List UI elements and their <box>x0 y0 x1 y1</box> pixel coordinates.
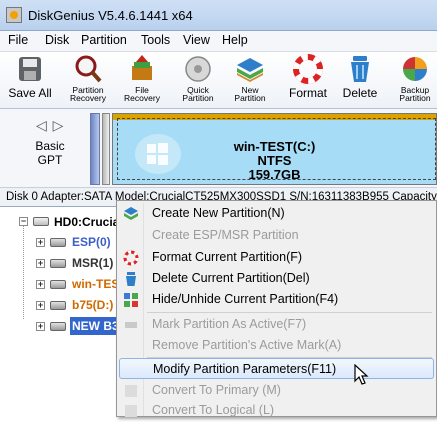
file-recovery-button[interactable]: File Recovery <box>120 54 164 102</box>
disk-style-gpt: GPT <box>37 153 63 167</box>
mark-active-icon <box>123 317 139 333</box>
menu-item-create-new-partition[interactable]: Create New Partition(N) <box>119 203 434 224</box>
menu-view[interactable]: View <box>183 33 210 47</box>
menu-label: Delete Current Partition(Del) <box>152 271 310 285</box>
menu-label: Convert To Primary (M) <box>152 383 281 397</box>
backup-partition-icon <box>400 54 430 84</box>
hide-unhide-icon <box>123 292 139 308</box>
quick-partition-label-2: Partition <box>182 93 214 103</box>
partition-recovery-label-2: Recovery <box>70 93 106 103</box>
menu-item-format-current-partition[interactable]: Format Current Partition(F) <box>119 247 434 268</box>
drive-icon <box>50 301 66 310</box>
partition-recovery-button[interactable]: Partition Recovery <box>66 54 110 102</box>
menu-label: Create ESP/MSR Partition <box>152 228 299 242</box>
disk-icon <box>33 217 49 226</box>
menu-help[interactable]: Help <box>222 33 248 47</box>
new-partition-button[interactable]: New Partition <box>228 54 272 102</box>
partition-fs: NTFS <box>257 153 292 168</box>
tree-item-msr[interactable]: MSR(1) <box>72 255 113 271</box>
menu-item-hide-unhide-partition[interactable]: Hide/Unhide Current Partition(F4) <box>119 289 434 310</box>
mouse-cursor-icon <box>354 363 370 386</box>
partition-recovery-icon <box>73 54 103 84</box>
partition-block-msr[interactable] <box>102 113 110 185</box>
menu-item-modify-partition-parameters[interactable]: Modify Partition Parameters(F11) <box>119 358 434 379</box>
menu-file[interactable]: File <box>8 33 28 47</box>
menu-partition[interactable]: Partition <box>81 33 127 47</box>
delete-button[interactable]: Delete <box>340 54 380 99</box>
collapse-toggle-icon[interactable]: − <box>19 217 28 226</box>
menu-separator <box>147 312 432 313</box>
drive-icon <box>50 322 66 331</box>
disk-style-basic: Basic <box>35 139 65 153</box>
menu-item-convert-to-primary[interactable]: Convert To Primary (M) <box>119 380 434 401</box>
file-recovery-label-2: Recovery <box>124 93 160 103</box>
delete-icon <box>345 54 375 84</box>
menu-label: Hide/Unhide Current Partition(F4) <box>152 292 339 306</box>
tree-item-win-test[interactable]: win-TES <box>72 276 119 292</box>
toolbar: Save All Partition Recovery File Recovery … <box>0 52 437 109</box>
menu-label: Format Current Partition(F) <box>152 250 303 264</box>
partition-strip: win-TEST(C:) NTFS 159.7GB <box>90 113 437 187</box>
menu-item-convert-to-logical[interactable]: Convert To Logical (L) <box>119 400 434 421</box>
delete-label: Delete <box>342 86 378 100</box>
tree-root-disk[interactable]: HD0:Crucial <box>54 214 123 230</box>
drive-icon <box>50 259 66 268</box>
menu-item-mark-active[interactable]: Mark Partition As Active(F7) <box>119 314 434 335</box>
format-button[interactable]: Format <box>286 54 330 99</box>
quick-partition-icon <box>183 54 213 84</box>
backup-partition-label-2: Partition <box>399 93 431 103</box>
window-title: DiskGenius V5.4.6.1441 x64 <box>28 8 193 23</box>
title-bar: DiskGenius V5.4.6.1441 x64 <box>0 0 437 31</box>
expand-toggle-icon[interactable]: + <box>36 322 45 331</box>
tree-item-b75[interactable]: b75(D:) <box>72 297 113 313</box>
quick-partition-button[interactable]: Quick Partition <box>176 54 220 102</box>
backup-partition-button[interactable]: Backup Partition <box>394 54 436 102</box>
save-all-label: Save All <box>8 86 52 100</box>
expand-toggle-icon[interactable]: + <box>36 280 45 289</box>
disk-map: ◁ ▷ Basic GPT win-TEST(C:) NTFS 159.7GB <box>0 109 437 187</box>
next-disk-arrow-icon[interactable]: ▷ <box>53 117 64 133</box>
disk-style: Basic GPT <box>30 139 70 167</box>
prev-disk-arrow-icon[interactable]: ◁ <box>36 117 47 133</box>
expand-toggle-icon[interactable]: + <box>36 238 45 247</box>
new-partition-label-2: Partition <box>234 93 266 103</box>
menu-disk[interactable]: Disk <box>45 33 69 47</box>
format-icon <box>123 250 139 266</box>
app-icon <box>6 7 22 23</box>
partition-block-esp[interactable] <box>90 113 100 185</box>
drive-icon <box>50 238 66 247</box>
menu-bar: File Disk Partition Tools View Help <box>0 31 437 52</box>
tree-item-new-b3[interactable]: NEW B3 <box>72 318 119 334</box>
menu-tools[interactable]: Tools <box>141 33 170 47</box>
partition-block-win-test[interactable]: win-TEST(C:) NTFS 159.7GB <box>112 113 437 185</box>
file-recovery-icon <box>127 54 157 84</box>
convert-icon <box>123 383 139 399</box>
format-icon <box>293 54 323 84</box>
delete-icon <box>123 271 139 287</box>
menu-item-create-esp-msr[interactable]: Create ESP/MSR Partition <box>119 225 434 246</box>
menu-label: Convert To Logical (L) <box>152 403 275 417</box>
tree-item-esp[interactable]: ESP(0) <box>72 234 111 250</box>
partition-size: 159.7GB <box>248 167 301 182</box>
save-all-button[interactable]: Save All <box>6 54 54 99</box>
menu-item-remove-active-mark[interactable]: Remove Partition's Active Mark(A) <box>119 335 434 356</box>
menu-item-delete-current-partition[interactable]: Delete Current Partition(Del) <box>119 268 434 289</box>
menu-label: Mark Partition As Active(F7) <box>152 317 307 331</box>
new-partition-icon <box>235 54 265 84</box>
menu-label: Modify Partition Parameters(F11) <box>153 362 337 376</box>
drive-icon <box>50 280 66 289</box>
partition-name: win-TEST(C:) <box>233 139 316 154</box>
format-label: Format <box>288 86 327 100</box>
context-menu: Create New Partition(N) Create ESP/MSR P… <box>116 200 437 417</box>
menu-label: Create New Partition(N) <box>152 206 285 220</box>
expand-toggle-icon[interactable]: + <box>36 259 45 268</box>
menu-label: Remove Partition's Active Mark(A) <box>152 338 342 352</box>
save-icon <box>15 54 45 84</box>
new-partition-icon <box>123 206 139 222</box>
expand-toggle-icon[interactable]: + <box>36 301 45 310</box>
